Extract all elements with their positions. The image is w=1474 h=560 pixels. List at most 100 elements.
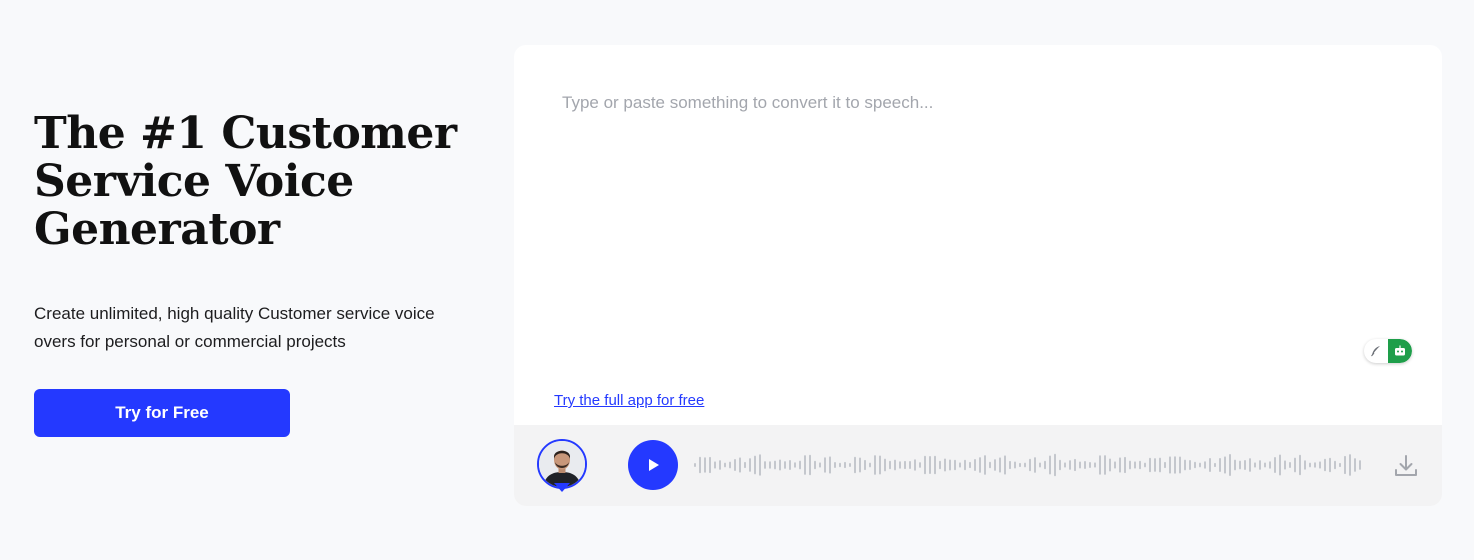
waveform-bar — [934, 455, 936, 475]
waveform-bar — [849, 462, 851, 468]
waveform-bar — [1009, 460, 1011, 470]
waveform-bar — [769, 461, 771, 469]
waveform-bar — [1209, 457, 1211, 473]
waveform-bar — [979, 457, 981, 473]
play-button[interactable] — [628, 440, 678, 490]
waveform-bar — [1134, 461, 1136, 469]
waveform-bar — [739, 457, 741, 473]
waveform-bar — [1099, 455, 1101, 475]
waveform-bar — [1254, 462, 1256, 468]
waveform-bar — [994, 459, 996, 471]
waveform-bar — [784, 461, 786, 469]
waveform-bar — [929, 455, 931, 475]
waveform-bar — [1054, 453, 1056, 477]
hero-subtitle: Create unlimited, high quality Customer … — [34, 304, 435, 351]
waveform-bar — [854, 456, 856, 474]
try-for-free-button[interactable]: Try for Free — [34, 389, 290, 437]
waveform-bar — [879, 455, 881, 475]
waveform-bar — [1249, 458, 1251, 472]
waveform-bar — [1184, 459, 1186, 471]
waveform-bar — [1354, 458, 1356, 472]
waveform-bar — [789, 460, 791, 470]
page-title: The #1 Customer Service Voice Generator — [34, 108, 457, 255]
waveform-bar — [709, 456, 711, 474]
waveform-bar — [949, 459, 951, 471]
waveform-bar — [1119, 457, 1121, 473]
waveform-bar — [1034, 457, 1036, 473]
waveform-bar — [1314, 462, 1316, 468]
waveform-bar — [839, 462, 841, 468]
tts-card: Try the full app for free — [514, 45, 1442, 506]
waveform-bar — [719, 460, 721, 470]
waveform-bar — [729, 461, 731, 469]
waveform-bar — [1179, 456, 1181, 474]
mode-toggle[interactable] — [1364, 339, 1412, 363]
waveform-bar — [814, 460, 816, 470]
waveform-bar — [1014, 461, 1016, 469]
waveform-bar — [969, 461, 971, 469]
robot-icon[interactable] — [1388, 339, 1412, 363]
waveform-bar — [939, 460, 941, 470]
download-button[interactable] — [1392, 452, 1420, 480]
waveform-bar — [1279, 454, 1281, 476]
waveform-bar — [774, 460, 776, 470]
waveform-bar — [1089, 462, 1091, 468]
waveform-bar — [749, 458, 751, 472]
waveform-bar — [1059, 459, 1061, 471]
waveform-bar — [874, 455, 876, 475]
feather-icon[interactable] — [1364, 339, 1388, 363]
waveform-bar — [1304, 460, 1306, 470]
waveform-bar — [844, 461, 846, 469]
waveform-bar — [1334, 460, 1336, 470]
waveform-bar — [1189, 460, 1191, 470]
speech-text-input[interactable] — [554, 85, 1410, 341]
waveform-bar — [999, 457, 1001, 473]
waveform-bar — [1329, 457, 1331, 473]
audio-player — [514, 425, 1442, 506]
waveform-bar — [904, 460, 906, 470]
waveform-bar — [1139, 460, 1141, 470]
waveform-bar — [914, 459, 916, 471]
waveform-bar — [1164, 461, 1166, 469]
waveform-bar — [889, 460, 891, 470]
waveform-bar — [779, 459, 781, 471]
waveform-bar — [1169, 456, 1171, 474]
waveform-bar — [1349, 454, 1351, 476]
audio-waveform[interactable] — [694, 450, 1364, 480]
waveform-bar — [804, 455, 806, 475]
waveform-bar — [1274, 456, 1276, 474]
waveform-bar — [734, 459, 736, 471]
waveform-bar — [1149, 457, 1151, 473]
waveform-bar — [1244, 459, 1246, 471]
waveform-bar — [1339, 462, 1341, 468]
waveform-bar — [699, 456, 701, 474]
waveform-bar — [1124, 456, 1126, 474]
waveform-bar — [899, 461, 901, 469]
waveform-bar — [884, 458, 886, 472]
waveform-bar — [754, 455, 756, 475]
waveform-bar — [829, 456, 831, 474]
waveform-bar — [1024, 462, 1026, 468]
waveform-bar — [1204, 461, 1206, 469]
waveform-bar — [1319, 461, 1321, 469]
waveform-bar — [1094, 462, 1096, 468]
voice-selector[interactable] — [537, 439, 589, 499]
avatar[interactable] — [537, 439, 587, 489]
waveform-bar — [1264, 462, 1266, 468]
waveform-bar — [924, 455, 926, 475]
waveform-bar — [744, 461, 746, 469]
waveform-bar — [894, 459, 896, 471]
full-app-link[interactable]: Try the full app for free — [554, 392, 704, 409]
waveform-bar — [1344, 455, 1346, 475]
waveform-bar — [724, 462, 726, 468]
waveform-bar — [1199, 462, 1201, 468]
waveform-bar — [819, 462, 821, 468]
waveform-bar — [1219, 457, 1221, 473]
waveform-bar — [1039, 462, 1041, 468]
waveform-bar — [1234, 459, 1236, 471]
waveform-bar — [1294, 457, 1296, 473]
download-icon — [1395, 455, 1417, 476]
play-icon — [649, 459, 659, 471]
waveform-bar — [864, 459, 866, 471]
waveform-bar — [1239, 460, 1241, 470]
